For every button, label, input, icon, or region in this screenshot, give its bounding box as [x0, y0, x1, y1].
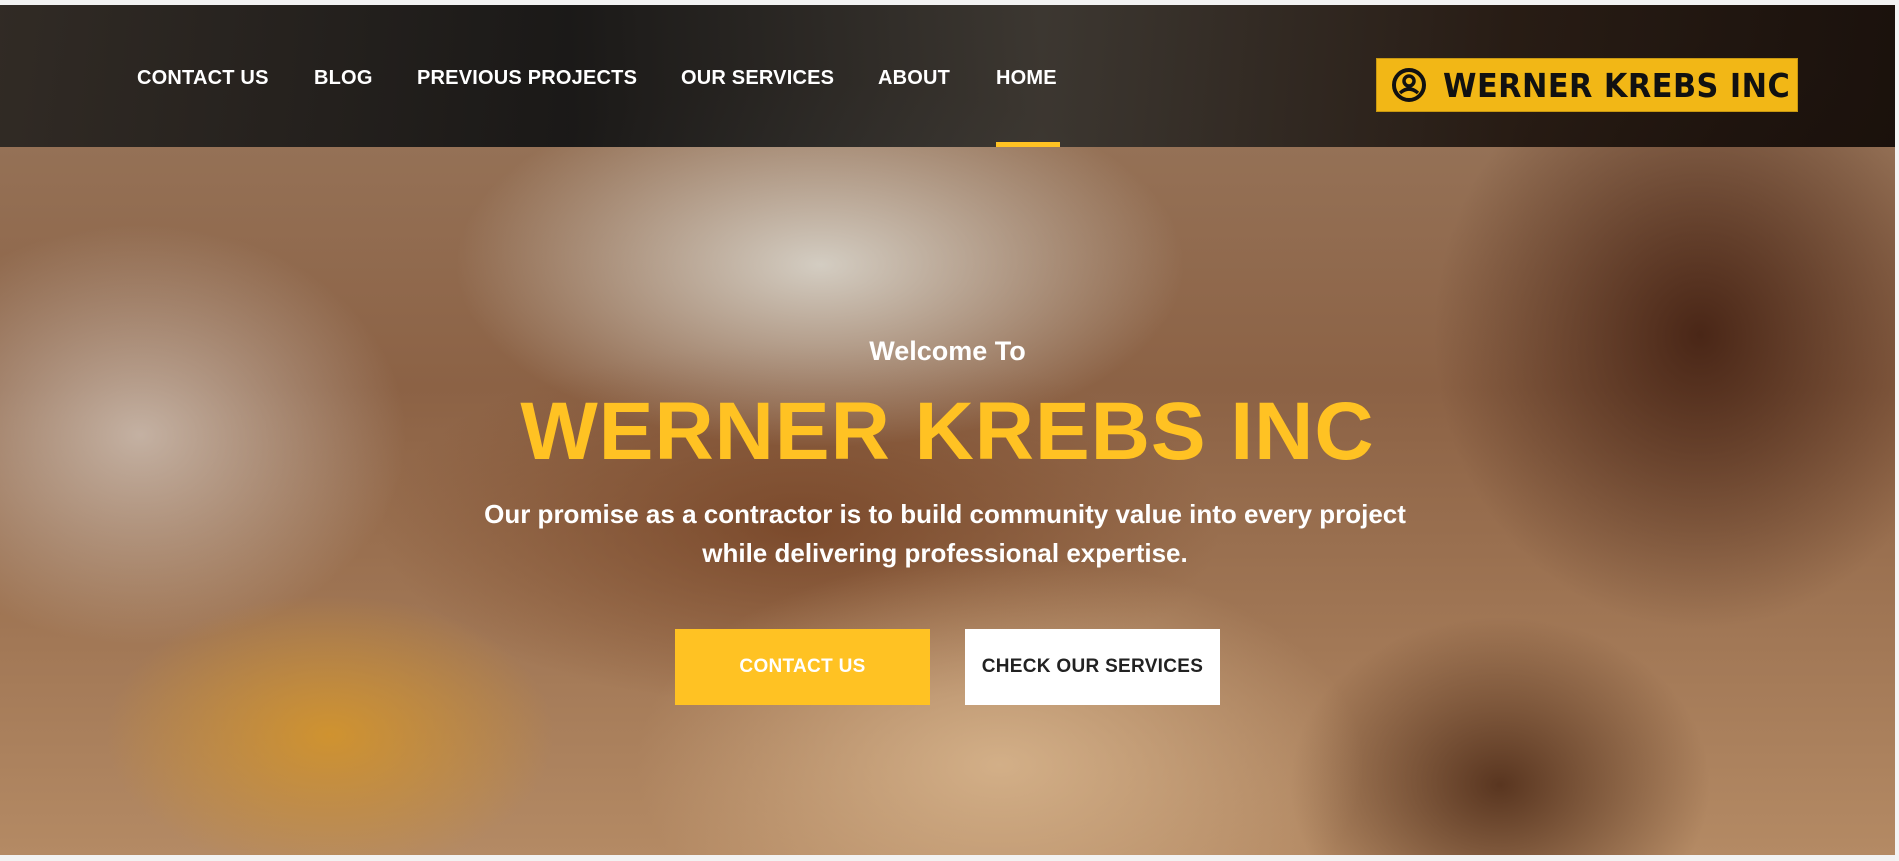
scrollbar-track[interactable] — [1895, 0, 1899, 861]
logo-text: WERNER KREBS INC — [1443, 65, 1791, 105]
contact-us-button[interactable]: CONTACT US — [675, 629, 930, 705]
hero-welcome: Welcome To — [869, 336, 1026, 366]
page-frame: Welcome To WERNER KREBS INC Our promise … — [0, 5, 1895, 855]
hero-tagline-line2: while delivering professional expertise. — [702, 538, 1188, 568]
hero-tagline: Our promise as a contractor is to build … — [450, 495, 1440, 573]
check-our-services-button[interactable]: CHECK OUR SERVICES — [965, 629, 1220, 705]
site-header: CONTACT US BLOG PREVIOUS PROJECTS OUR SE… — [0, 5, 1895, 147]
site-logo[interactable]: WERNER KREBS INC — [1376, 58, 1798, 112]
nav-item-contact-us[interactable]: CONTACT US — [137, 67, 269, 90]
hero-title: WERNER KREBS INC — [520, 386, 1375, 477]
nav-item-previous-projects[interactable]: PREVIOUS PROJECTS — [417, 67, 637, 90]
nav-item-blog[interactable]: BLOG — [314, 67, 373, 90]
nav-active-indicator — [996, 142, 1060, 147]
nav-item-our-services[interactable]: OUR SERVICES — [681, 67, 834, 90]
main-nav: CONTACT US BLOG PREVIOUS PROJECTS OUR SE… — [0, 5, 1100, 147]
circle-emblem-icon — [1392, 68, 1426, 102]
nav-item-home[interactable]: HOME — [996, 67, 1057, 90]
nav-item-about[interactable]: ABOUT — [878, 67, 950, 90]
hero-tagline-line1: Our promise as a contractor is to build … — [484, 499, 1406, 529]
